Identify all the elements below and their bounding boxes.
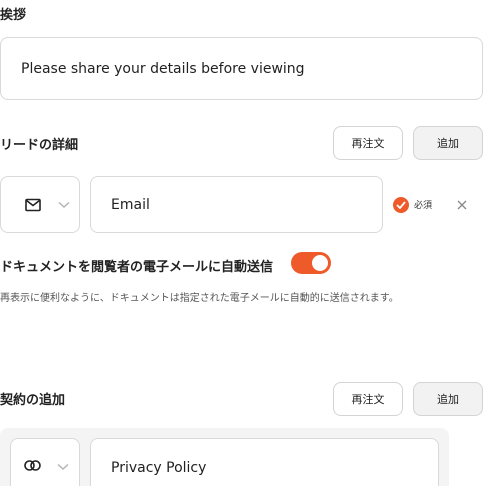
auto-send-label: ドキュメントを閲覧者の電子メールに自動送信	[0, 260, 274, 275]
contracts-add-button[interactable]: 追加	[413, 382, 483, 416]
greeting-message-text: Please share your details before viewing	[21, 60, 305, 77]
greeting-message-field[interactable]: Please share your details before viewing	[0, 37, 483, 100]
contract-field-value: Privacy Policy	[111, 460, 207, 476]
email-field[interactable]: Email	[90, 176, 383, 233]
lead-details-title: リードの詳細	[0, 138, 79, 153]
field-type-select[interactable]	[0, 176, 80, 233]
email-field-value: Email	[111, 196, 150, 213]
chevron-down-icon	[57, 463, 69, 471]
chevron-down-icon	[58, 201, 70, 209]
contract-type-select[interactable]	[10, 438, 80, 486]
auto-send-toggle[interactable]	[291, 252, 331, 274]
link-icon	[24, 460, 41, 471]
check-icon	[396, 201, 406, 209]
contract-field[interactable]: Privacy Policy	[90, 438, 439, 486]
contracts-title: 契約の追加	[0, 393, 66, 408]
required-label: 必須	[414, 201, 433, 211]
required-checkbox[interactable]	[393, 197, 409, 213]
lead-add-button[interactable]: 追加	[413, 126, 483, 160]
mail-icon	[25, 198, 41, 212]
toggle-knob	[312, 255, 328, 271]
greeting-title: 挨拶	[0, 8, 27, 23]
auto-send-description: 再表示に便利なように、ドキュメントは指定された電子メールに自動的に送信されます。	[0, 293, 399, 304]
lead-reorder-button[interactable]: 再注文	[333, 126, 403, 160]
remove-field-icon[interactable]	[456, 199, 468, 211]
contracts-reorder-button[interactable]: 再注文	[333, 382, 403, 416]
